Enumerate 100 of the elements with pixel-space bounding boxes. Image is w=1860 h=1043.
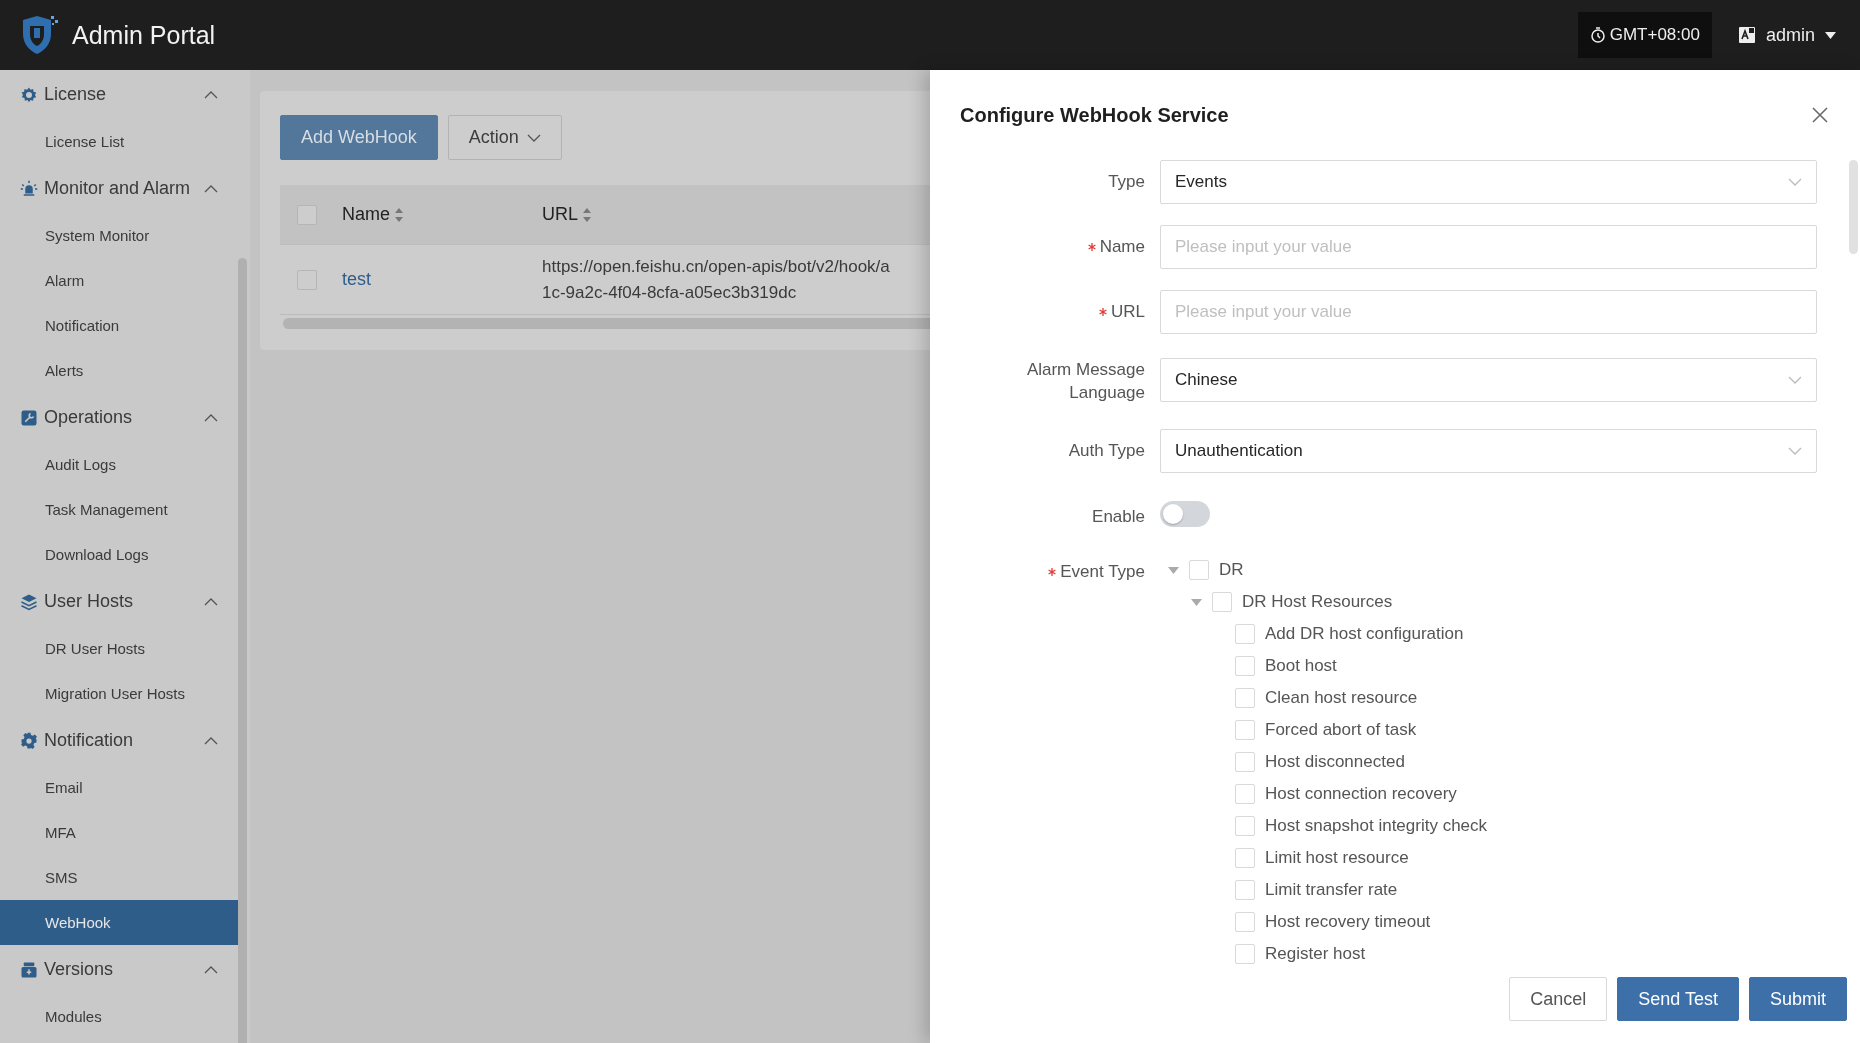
dropdown-button[interactable]: Action <box>447 115 562 160</box>
archive-icon <box>20 960 38 979</box>
name-link[interactable]: test <box>342 269 542 290</box>
caret-icon[interactable] <box>1191 598 1202 606</box>
clock-icon <box>1589 27 1606 43</box>
sidebar-item[interactable]: Task Management <box>0 487 238 532</box>
checkbox[interactable] <box>1235 880 1255 900</box>
tree-item-label[interactable]: DR <box>1219 560 1244 580</box>
sidebar-group[interactable]: License <box>0 70 238 119</box>
sidebar-group[interactable]: Versions <box>0 945 238 994</box>
checkbox[interactable] <box>1235 752 1255 772</box>
group-label: Operations <box>44 407 134 428</box>
scrollbar-thumb[interactable] <box>1849 160 1858 254</box>
sidebar-item[interactable]: License List <box>0 119 238 164</box>
sidebar-item[interactable]: Notification <box>0 303 238 348</box>
sidebar-item[interactable]: SMS <box>0 855 238 900</box>
chevron-icon <box>1788 447 1802 455</box>
chevron-icon <box>204 597 218 606</box>
tree-item-label[interactable]: Host recovery timeout <box>1265 912 1431 932</box>
group-label: License <box>44 84 108 105</box>
tree-item-label[interactable]: Register host <box>1265 944 1366 964</box>
input-field[interactable]: Please input your value <box>1160 225 1817 269</box>
tree-item-label[interactable]: Add DR host configuration <box>1265 624 1464 644</box>
tree-item-label[interactable]: Boot host <box>1265 656 1337 676</box>
checkbox[interactable] <box>1189 560 1209 580</box>
tree-item-label[interactable]: Host connection recovery <box>1265 784 1457 804</box>
required-icon <box>1048 567 1057 576</box>
input-field[interactable]: Please input your value <box>1160 290 1817 334</box>
sidebar-group[interactable]: Notification <box>0 716 238 765</box>
checkbox[interactable] <box>1235 624 1255 644</box>
chevron-icon <box>526 133 541 142</box>
checkbox[interactable] <box>1235 720 1255 740</box>
sidebar-item[interactable]: System Monitor <box>0 213 238 258</box>
scrollbar-thumb[interactable] <box>238 258 247 1043</box>
language-icon <box>1737 26 1756 44</box>
sidebar-item[interactable]: Download Logs <box>0 532 238 577</box>
checkbox[interactable] <box>1235 816 1255 836</box>
group-label: Notification <box>44 730 135 751</box>
timezone-button[interactable]: GMT+08:00 <box>1577 12 1712 58</box>
tree-item-label[interactable]: Forced abort of task <box>1265 720 1417 740</box>
checkbox[interactable] <box>1235 848 1255 868</box>
sidebar-group[interactable]: User Hosts <box>0 577 238 626</box>
field-label: Name <box>1099 236 1145 258</box>
sort-icon[interactable] <box>582 207 592 222</box>
checkbox[interactable] <box>1235 944 1255 964</box>
table-cell-text: https://open.feishu.cn/open-apis/bot/v2/hook/a 1c-9a2c-4f04-8cfa-a05ec3b319dc <box>542 255 890 304</box>
field-label: Alarm Message Language <box>1025 359 1145 404</box>
toggle-switch[interactable] <box>1160 501 1210 527</box>
required-icon <box>1099 307 1107 316</box>
tree-item-label[interactable]: Clean host resource <box>1265 688 1418 708</box>
caret-icon[interactable] <box>1168 566 1179 574</box>
chevron-icon <box>1788 178 1802 186</box>
select-field[interactable]: Chinese <box>1160 358 1817 402</box>
sidebar-item[interactable]: Migration User Hosts <box>0 671 238 716</box>
sidebar-group[interactable]: Monitor and Alarm <box>0 164 238 213</box>
scrollbar-thumb[interactable] <box>283 318 930 329</box>
chevron-icon <box>204 736 218 745</box>
sidebar-item[interactable]: Alarm <box>0 258 238 303</box>
group-label: User Hosts <box>44 591 134 612</box>
sidebar-item[interactable]: Audit Logs <box>0 442 238 487</box>
select-field[interactable]: Unauthentication <box>1160 429 1817 473</box>
checkbox[interactable] <box>1235 912 1255 932</box>
checkbox[interactable] <box>1235 784 1255 804</box>
field-label: Type <box>1108 171 1145 193</box>
layers-icon <box>20 592 38 611</box>
primary-button[interactable]: Submit <box>1748 977 1847 1021</box>
tree-item-label[interactable]: DR Host Resources <box>1242 592 1393 612</box>
user-name: admin <box>1765 24 1815 46</box>
cancel-button[interactable]: Cancel <box>1509 977 1608 1021</box>
alarm-icon <box>20 179 38 198</box>
chevron-icon <box>204 90 218 99</box>
required-icon <box>1087 242 1096 251</box>
sidebar-item[interactable]: Alerts <box>0 348 238 393</box>
column-header[interactable]: Name <box>342 204 390 225</box>
group-label: Monitor and Alarm <box>44 178 192 199</box>
sort-icon[interactable] <box>394 207 404 222</box>
sidebar-item[interactable]: Modules <box>0 994 238 1039</box>
column-header[interactable]: URL <box>542 204 578 225</box>
sidebar-group[interactable]: Operations <box>0 393 238 442</box>
timezone-label: GMT+08:00 <box>1609 25 1700 45</box>
chevron-icon <box>204 965 218 974</box>
drawer-title: Configure WebHook Service <box>960 103 1230 127</box>
checkbox[interactable] <box>1235 688 1255 708</box>
checkbox[interactable] <box>1235 656 1255 676</box>
sidebar-item[interactable]: WebHook <box>0 900 238 945</box>
sidebar-item[interactable]: DR User Hosts <box>0 626 238 671</box>
sidebar-item[interactable]: MFA <box>0 810 238 855</box>
tree-item-label[interactable]: Host snapshot integrity check <box>1265 816 1488 836</box>
group-label: Versions <box>44 959 115 980</box>
sidebar-item[interactable]: Email <box>0 765 238 810</box>
tree-item-label[interactable]: Limit host resource <box>1265 848 1409 868</box>
primary-button[interactable]: Send Test <box>1617 977 1739 1021</box>
select-field[interactable]: Events <box>1160 160 1817 204</box>
checkbox[interactable] <box>1212 592 1232 612</box>
tree-item-label[interactable]: Host disconnected <box>1265 752 1405 772</box>
field-label: Enable <box>1092 506 1145 528</box>
chevron-icon <box>204 413 218 422</box>
user-menu[interactable]: admin <box>1737 24 1840 46</box>
tree-item-label[interactable]: Limit transfer rate <box>1265 880 1398 900</box>
shield-logo-icon <box>20 14 58 56</box>
